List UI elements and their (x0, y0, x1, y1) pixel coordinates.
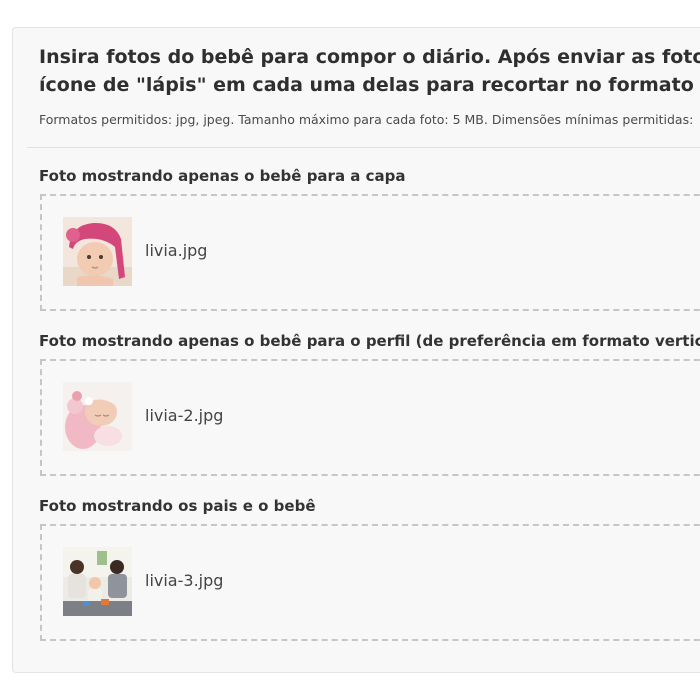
file-name: livia-2.jpg (145, 406, 224, 425)
dropzone-profile-photo[interactable]: livia-2.jpg (40, 359, 700, 476)
instructions-line-1: Insira fotos do bebê para compor o diári… (39, 46, 700, 68)
dropzone-family-photo[interactable]: livia-3.jpg (40, 524, 700, 641)
file-name: livia-3.jpg (145, 571, 224, 590)
allowed-formats-text: Formatos permitidos: jpg, jpeg. Tamanho … (39, 112, 694, 127)
newborn-photo-thumbnail-icon[interactable] (63, 382, 132, 451)
dropzone-cover-photo[interactable]: livia.jpg (40, 194, 700, 311)
section-title-cover: Foto mostrando apenas o bebê para a capa (39, 167, 406, 185)
file-name: livia.jpg (145, 241, 208, 260)
baby-photo-thumbnail-icon[interactable] (63, 217, 132, 286)
instructions-text: Insira fotos do bebê para compor o diári… (39, 43, 700, 99)
section-title-family: Foto mostrando os pais e o bebê (39, 497, 316, 515)
divider (27, 147, 700, 148)
section-title-profile: Foto mostrando apenas o bebê para o perf… (39, 332, 700, 350)
instructions-line-2: ícone de "lápis" em cada uma delas para … (39, 74, 700, 96)
upload-card: Insira fotos do bebê para compor o diári… (12, 27, 700, 673)
family-photo-thumbnail-icon[interactable] (63, 547, 132, 616)
